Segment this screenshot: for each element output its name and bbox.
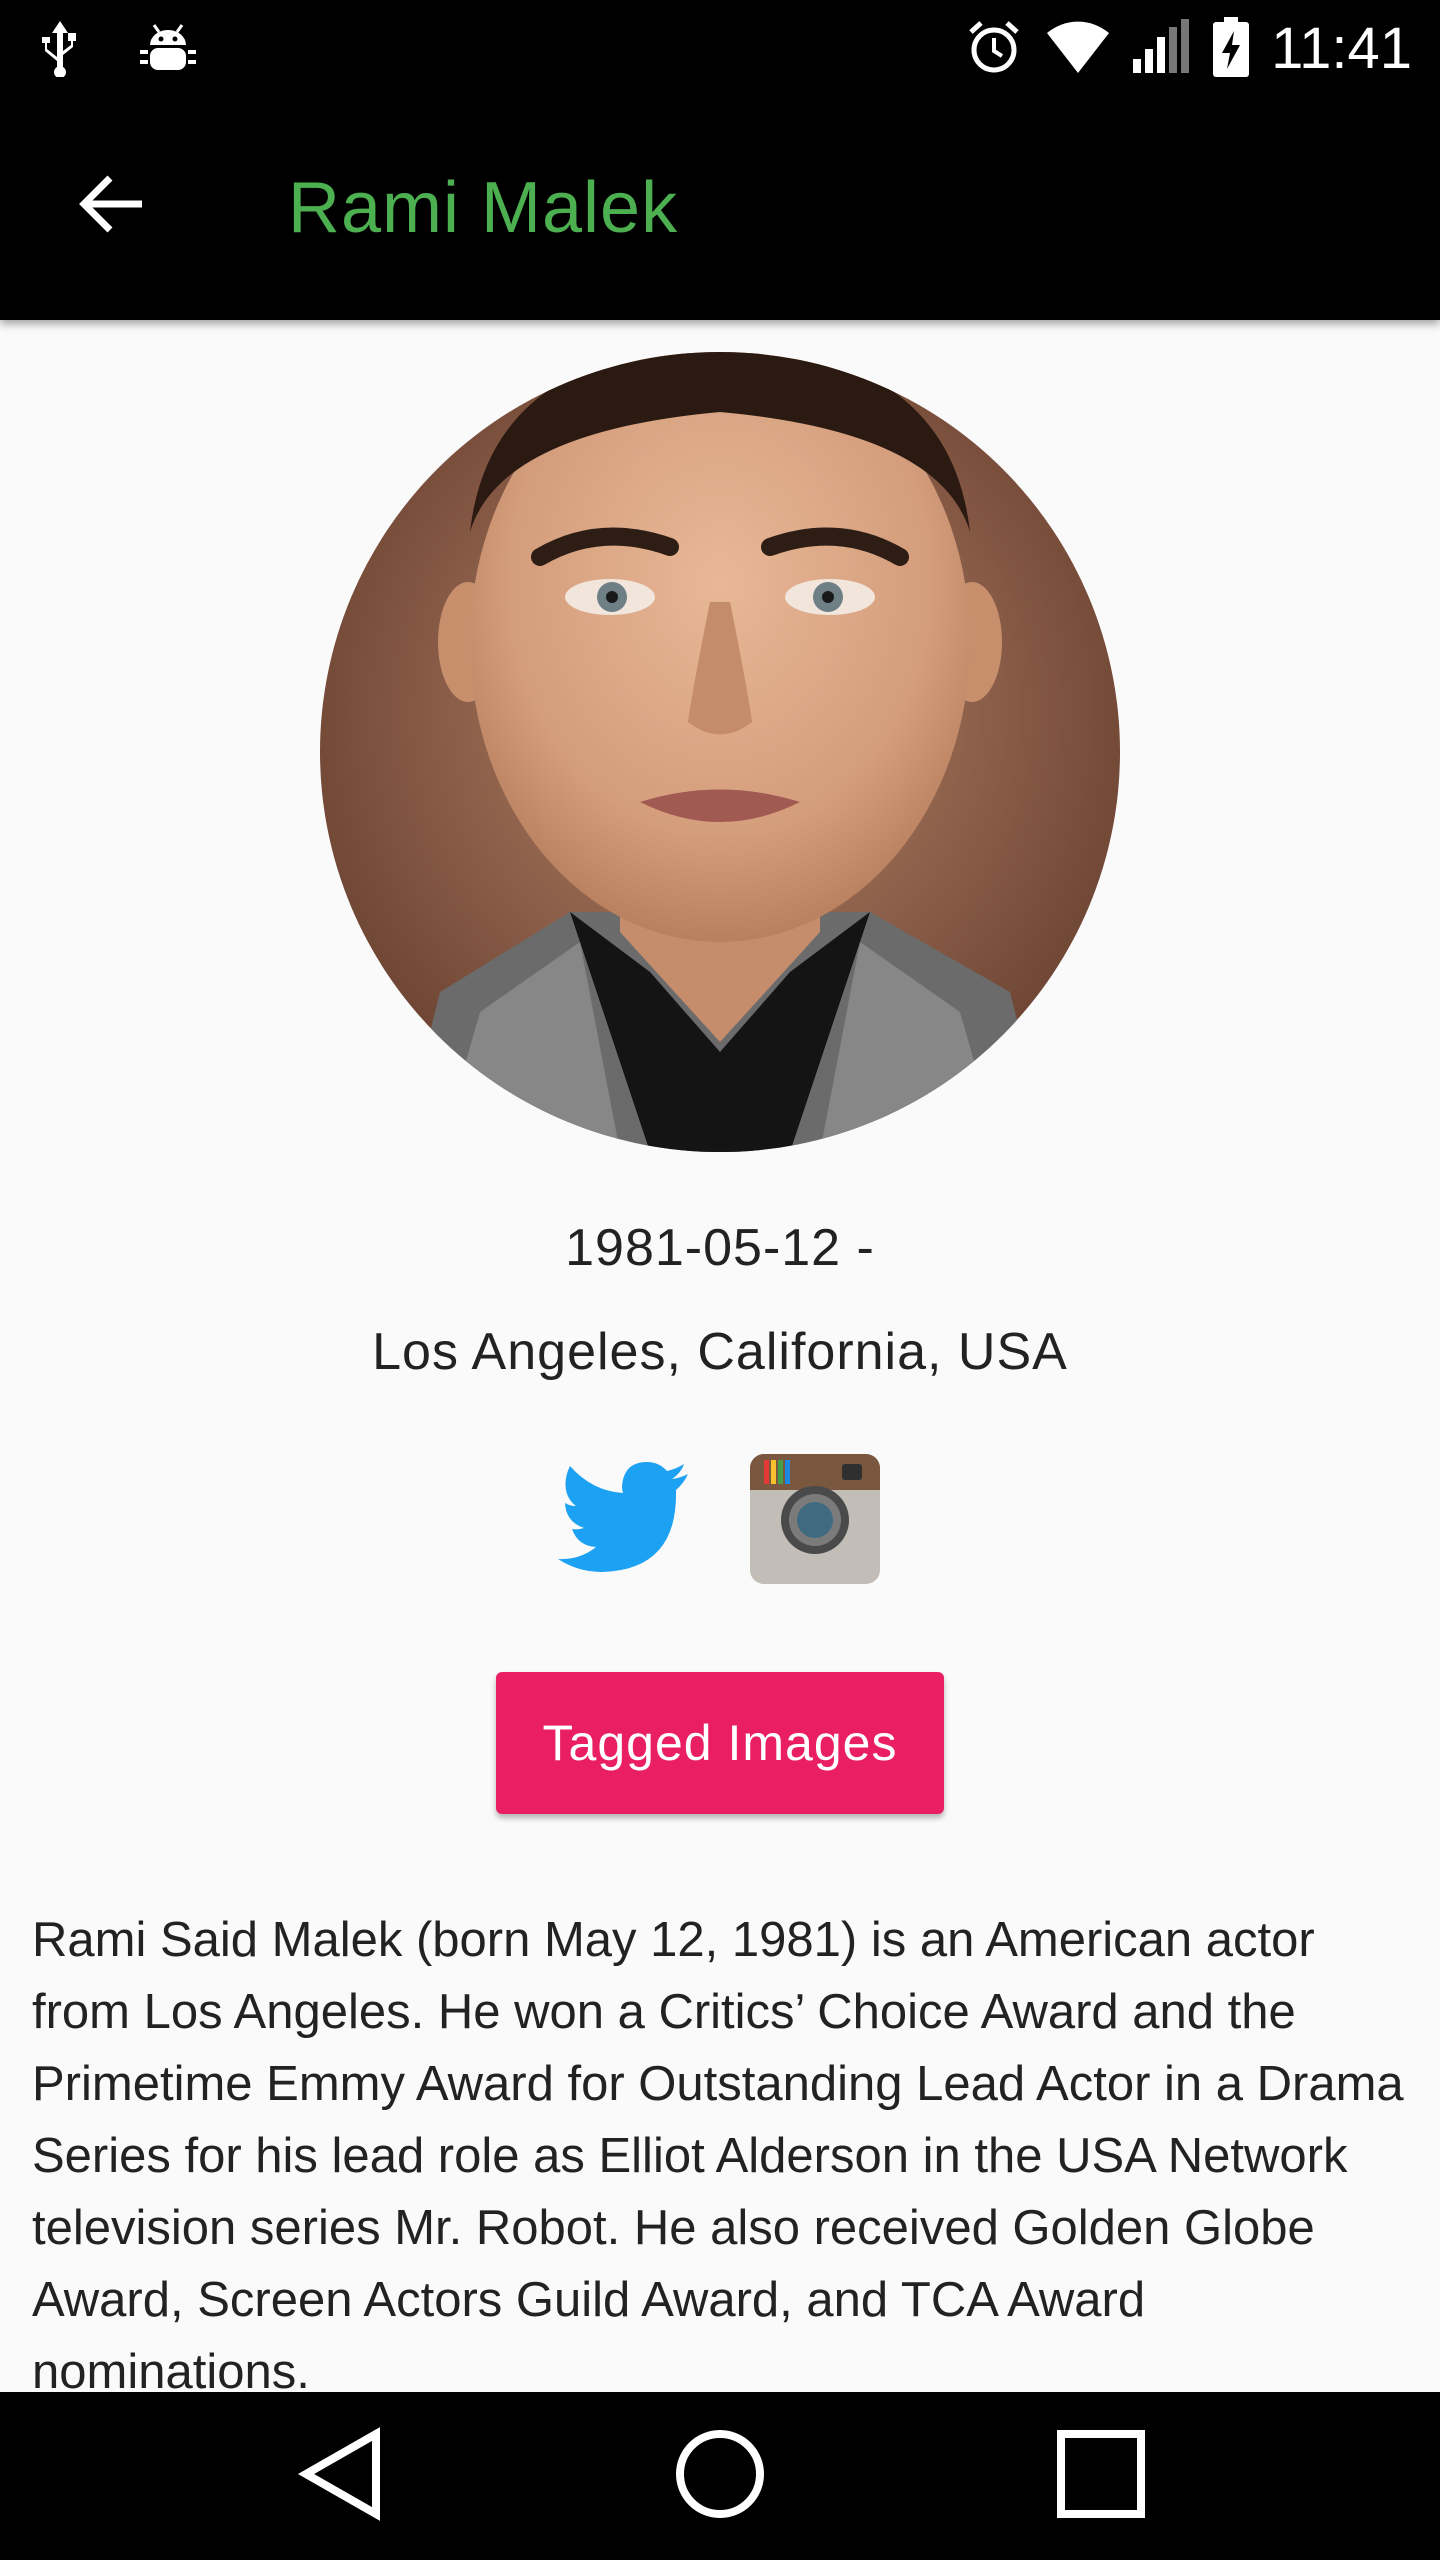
home-circle-icon xyxy=(672,2426,768,2527)
arrow-back-icon xyxy=(76,172,148,241)
battery-charging-icon xyxy=(1213,16,1250,82)
tagged-images-button[interactable]: Tagged Images xyxy=(496,1672,944,1814)
birthplace: Los Angeles, California, USA xyxy=(372,1323,1068,1381)
nav-recents-button[interactable] xyxy=(1036,2416,1166,2536)
birth-date: 1981-05-12 - xyxy=(565,1219,875,1277)
back-triangle-icon xyxy=(296,2426,386,2527)
profile-photo[interactable] xyxy=(320,352,1120,1152)
wifi-icon xyxy=(1045,19,1111,80)
android-debug-icon xyxy=(140,19,196,80)
page-title: Rami Malek xyxy=(288,168,679,248)
profile-screen: 11:41 Rami Malek 1981-05-12 - Los Angele… xyxy=(0,0,1440,2560)
navigation-bar xyxy=(0,2392,1440,2560)
status-bar: 11:41 xyxy=(0,0,1440,98)
usb-icon xyxy=(38,17,82,82)
status-time: 11:41 xyxy=(1271,16,1412,81)
nav-home-button[interactable] xyxy=(655,2416,785,2536)
biography-text: Rami Said Malek (born May 12, 1981) is a… xyxy=(32,1913,1404,2399)
nav-back-button[interactable] xyxy=(276,2416,406,2536)
recents-square-icon xyxy=(1053,2426,1149,2527)
back-button[interactable] xyxy=(56,150,168,262)
twitter-icon[interactable] xyxy=(558,1460,690,1576)
app-bar: Rami Malek xyxy=(0,98,1440,320)
signal-icon xyxy=(1133,18,1191,80)
instagram-icon[interactable] xyxy=(750,1454,880,1584)
alarm-icon xyxy=(965,18,1023,81)
